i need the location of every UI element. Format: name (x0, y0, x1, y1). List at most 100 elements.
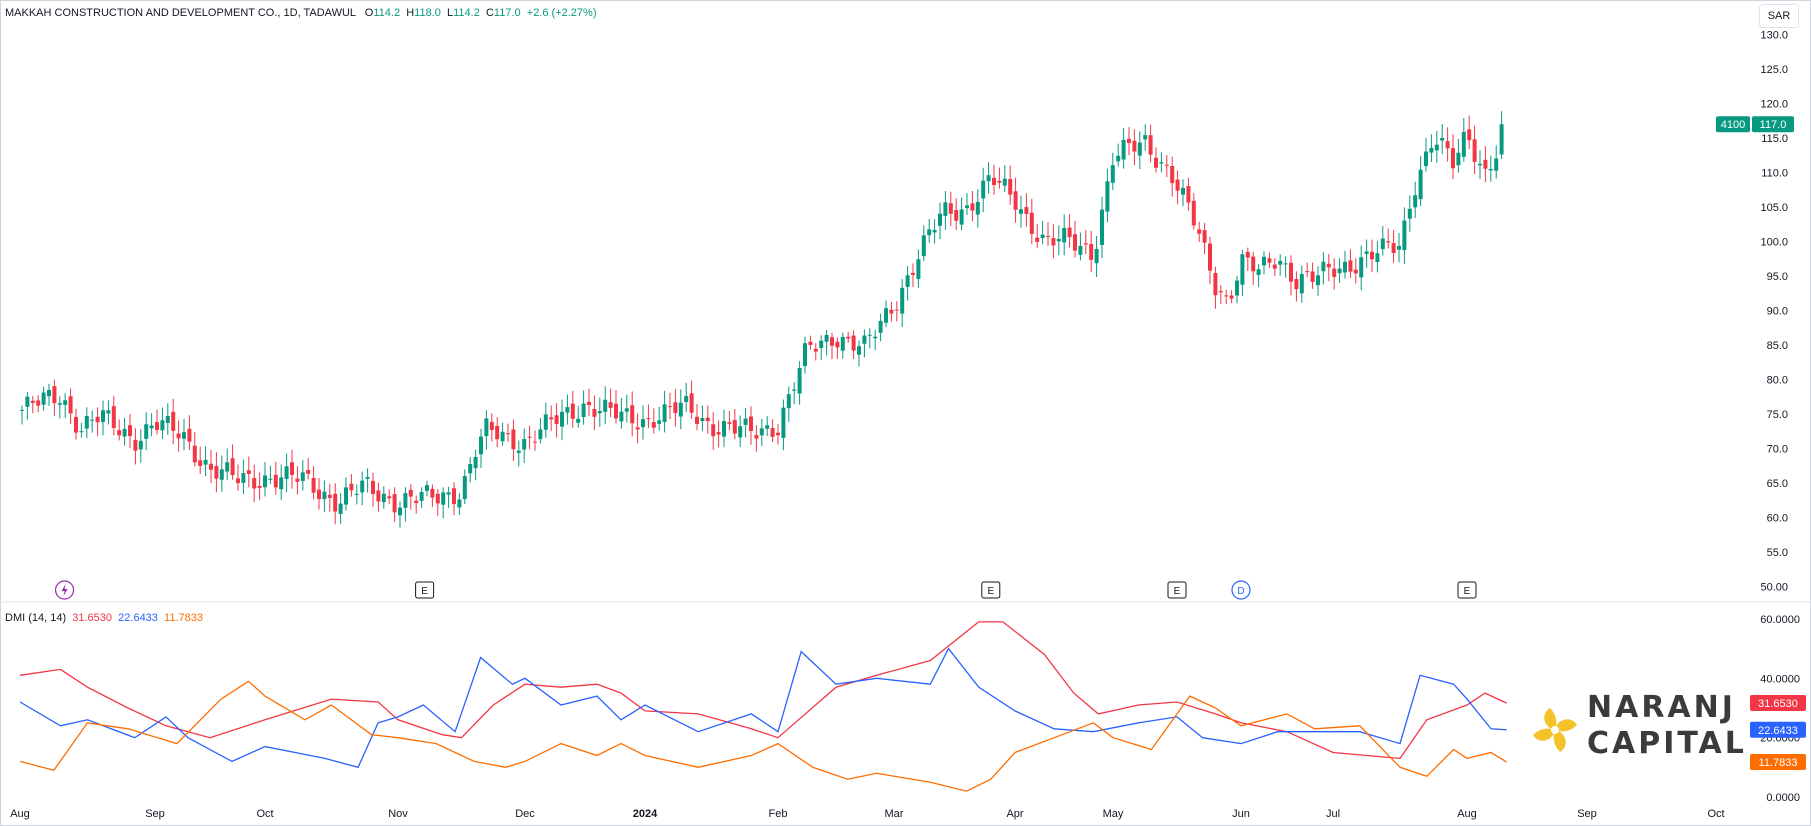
candle-body (1170, 165, 1175, 184)
candle-body (954, 210, 959, 221)
candle-body (673, 402, 678, 414)
candle-body (722, 421, 726, 437)
candle-body (268, 478, 273, 480)
candle-body (689, 393, 694, 413)
candle-body (506, 433, 510, 435)
candle-body (225, 462, 230, 472)
candle-body (1316, 275, 1320, 286)
candle-body (581, 403, 586, 418)
time-tick-label: 2024 (633, 808, 658, 820)
candle-body (932, 229, 937, 233)
candle-body (1310, 271, 1315, 282)
candle-body (808, 341, 813, 345)
candle-body (1337, 268, 1342, 274)
candle-body (516, 450, 521, 453)
candle-body (1326, 263, 1331, 268)
candle-body (943, 202, 948, 216)
candle-body (1294, 279, 1299, 290)
candle-body (1321, 261, 1326, 272)
candle-body (1402, 220, 1407, 251)
candle-body (1289, 262, 1293, 282)
candle-body (1245, 251, 1250, 258)
candle-body (1262, 256, 1266, 266)
candle-body (1299, 273, 1304, 294)
price-tick-label: 105.0 (1760, 202, 1788, 214)
candle-body (1283, 263, 1288, 265)
candle-body (1105, 181, 1110, 212)
candle-body (1046, 235, 1050, 237)
candle-body (317, 489, 321, 500)
time-tick-label: Jun (1232, 808, 1250, 820)
earnings-marker-label: E (1464, 586, 1471, 597)
candle-body (1364, 251, 1369, 254)
candle-body (905, 275, 910, 287)
candle-body (300, 472, 305, 481)
candle-body (1272, 264, 1277, 269)
candle-body (1019, 209, 1023, 214)
candle-body (1235, 280, 1239, 296)
time-tick-label: Oct (256, 808, 273, 820)
candle-body (360, 480, 365, 493)
candle-body (921, 235, 926, 257)
candle-body (1100, 209, 1104, 245)
candle-body (1348, 260, 1353, 272)
candle-body (387, 496, 392, 499)
candle-body (392, 494, 397, 513)
candle-body (435, 493, 440, 504)
candle-body (819, 340, 824, 348)
candle-body (1116, 155, 1121, 162)
candle-body (236, 478, 240, 484)
candle-body (1445, 141, 1450, 149)
naranj-capital-logo: NARANJ CAPITAL (1530, 690, 1745, 770)
time-tick-label: Aug (1457, 808, 1477, 820)
candle-body (290, 462, 294, 475)
price-tick-label: 90.0 (1767, 306, 1788, 318)
candle-body (419, 492, 424, 501)
candle-body (630, 405, 635, 424)
candle-body (700, 417, 705, 422)
candle-body (1343, 261, 1347, 273)
candle-body (1175, 179, 1180, 191)
candle-body (230, 458, 235, 476)
candle-body (144, 424, 149, 439)
candle-body (986, 175, 991, 182)
candle-body (1202, 230, 1207, 243)
candle-body (824, 334, 829, 342)
candle-body (63, 400, 68, 405)
candle-body (1213, 273, 1218, 296)
candle-body (695, 416, 699, 424)
candle-body (441, 492, 446, 505)
event-markers[interactable]: EEEDE (54, 580, 1477, 600)
candle-body (1229, 295, 1234, 299)
candle-body (354, 493, 359, 495)
candle-body (792, 389, 797, 391)
dmi-tick-label: 0.0000 (1766, 792, 1800, 804)
candle-body (884, 308, 888, 323)
candle-body (759, 428, 764, 436)
dividend-marker-label: D (1237, 586, 1244, 597)
candle-body (1440, 137, 1445, 141)
candle-body (835, 341, 840, 348)
candle-body (155, 422, 159, 430)
candle-body (252, 478, 257, 489)
candle-body (371, 480, 375, 494)
candle-body (414, 500, 419, 504)
candle-body (1067, 227, 1072, 238)
candle-body (311, 477, 316, 493)
candle-body (997, 180, 1002, 183)
candle-body (68, 396, 73, 414)
candle-body (349, 483, 354, 491)
candle-body (1332, 268, 1337, 277)
candle-body (1305, 271, 1310, 273)
candle-body (1467, 129, 1472, 141)
candle-body (975, 201, 980, 215)
price-tick-label: 85.0 (1767, 340, 1788, 352)
candle-body (398, 507, 402, 516)
candle-body (365, 476, 370, 479)
candle-body (90, 419, 95, 421)
candle-body (1191, 200, 1196, 226)
candle-body (1181, 187, 1185, 195)
candle-body (462, 476, 467, 500)
candle-body (327, 494, 332, 498)
price-tick-label: 110.0 (1761, 168, 1788, 180)
